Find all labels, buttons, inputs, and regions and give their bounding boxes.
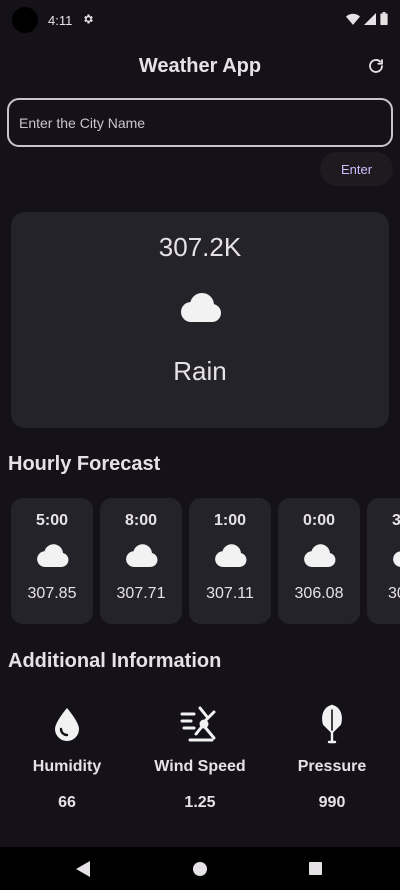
recents-icon — [309, 862, 322, 875]
hour-time: 0:00 — [302, 512, 336, 529]
camera-cutout — [12, 7, 38, 33]
current-weather-card: 307.2K Rain — [11, 212, 389, 428]
umbrella-icon — [318, 700, 346, 748]
hour-temperature: 306.08 — [294, 585, 344, 602]
pressure-label: Pressure — [297, 758, 367, 775]
hourly-forecast-card: 0:00 306.08 — [278, 498, 360, 624]
cloud-icon — [123, 544, 159, 573]
system-navigation-bar — [0, 847, 400, 890]
app-title: Weather App — [138, 54, 262, 77]
hourly-forecast-card: 3:00 305.9 — [367, 498, 400, 624]
back-icon — [76, 861, 90, 877]
current-temperature: 307.2K — [158, 232, 242, 262]
additional-info-row: Humidity 66 Wind Speed 1.25 Pressure 990 — [0, 700, 400, 820]
settings-icon — [82, 13, 94, 28]
humidity-label: Humidity — [32, 758, 102, 775]
hourly-forecast-card: 1:00 307.11 — [189, 498, 271, 624]
hourly-forecast-card: 8:00 307.71 — [100, 498, 182, 624]
hourly-forecast-title: Hourly Forecast — [8, 453, 161, 475]
cloud-icon — [212, 544, 248, 573]
hour-temperature: 307.11 — [206, 585, 254, 602]
wind-speed-value: 1.25 — [184, 794, 216, 811]
city-search-input[interactable] — [7, 98, 393, 147]
wind-icon — [180, 700, 220, 748]
battery-icon — [380, 12, 388, 28]
humidity-value: 66 — [58, 794, 76, 811]
wind-speed-info: Wind Speed 1.25 — [135, 700, 265, 812]
hour-temperature: 305.9 — [387, 585, 400, 602]
status-bar: 4:11 — [0, 0, 400, 40]
hour-temperature: 307.71 — [116, 585, 166, 602]
cloud-icon — [34, 544, 70, 573]
current-condition: Rain — [173, 356, 227, 386]
hour-temperature: 307.85 — [27, 585, 77, 602]
water-drop-icon — [53, 700, 81, 748]
hourly-forecast-card: 5:00 307.85 — [11, 498, 93, 624]
pressure-info: Pressure 990 — [267, 700, 397, 812]
back-button[interactable] — [76, 861, 90, 882]
cloud-icon — [301, 544, 337, 573]
home-icon — [193, 862, 207, 876]
additional-info-title: Additional Information — [8, 650, 222, 672]
hour-time: 5:00 — [35, 512, 69, 529]
home-button[interactable] — [193, 862, 207, 881]
recents-button[interactable] — [309, 862, 322, 880]
hour-time: 3:00 — [391, 512, 400, 529]
hour-time: 8:00 — [124, 512, 158, 529]
cloud-icon — [390, 544, 400, 573]
app-bar: Weather App — [0, 44, 400, 88]
humidity-info: Humidity 66 — [2, 700, 132, 812]
hourly-forecast-list[interactable]: 5:00 307.85 8:00 307.71 1:00 307.11 0:00… — [11, 498, 400, 626]
signal-icon — [364, 12, 376, 28]
status-time: 4:11 — [48, 12, 73, 28]
hour-time: 1:00 — [213, 512, 247, 529]
wifi-icon — [346, 13, 360, 28]
cloud-icon — [177, 293, 223, 328]
enter-button[interactable]: Enter — [320, 152, 393, 186]
refresh-button[interactable] — [362, 52, 390, 80]
refresh-icon — [369, 59, 383, 73]
pressure-value: 990 — [318, 794, 346, 811]
wind-speed-label: Wind Speed — [154, 758, 246, 775]
